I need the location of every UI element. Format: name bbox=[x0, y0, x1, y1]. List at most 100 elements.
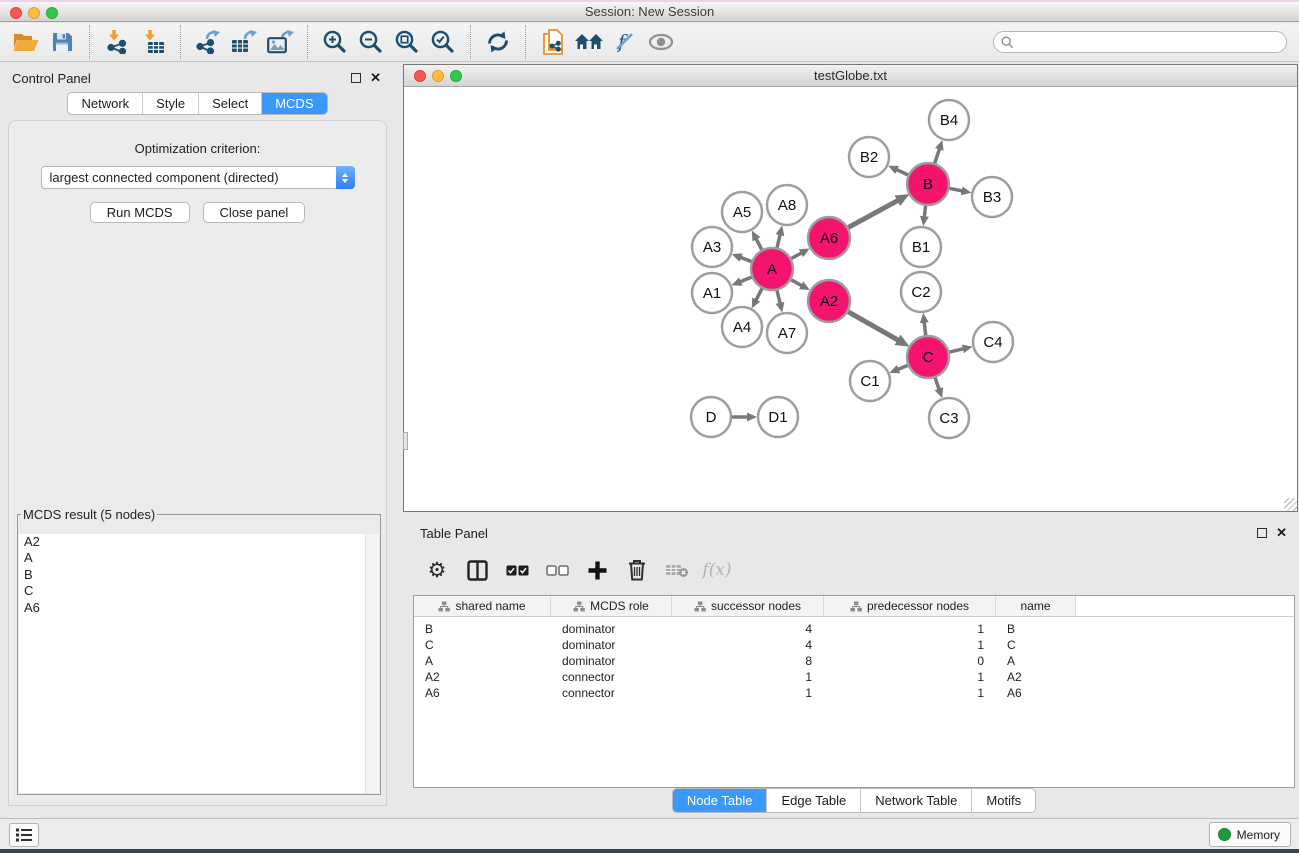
node-table[interactable]: shared nameMCDS rolesuccessor nodesprede… bbox=[413, 595, 1295, 788]
mcds-result-item[interactable]: A6 bbox=[19, 600, 379, 616]
cell-name[interactable]: A6 bbox=[996, 686, 1076, 700]
cell-successor-nodes[interactable]: 4 bbox=[672, 622, 824, 636]
cell-predecessor-nodes[interactable]: 1 bbox=[824, 670, 996, 684]
new-network-from-selection-button[interactable] bbox=[535, 25, 571, 59]
cell-shared-name[interactable]: C bbox=[414, 638, 551, 652]
cell-predecessor-nodes[interactable]: 1 bbox=[824, 686, 996, 700]
cell-name[interactable]: A bbox=[996, 654, 1076, 668]
cell-MCDS-role[interactable]: dominator bbox=[551, 654, 672, 668]
save-session-button[interactable] bbox=[44, 25, 80, 59]
criterion-dropdown[interactable]: largest connected component (directed) bbox=[41, 166, 355, 189]
cell-predecessor-nodes[interactable]: 1 bbox=[824, 622, 996, 636]
import-table-button[interactable] bbox=[135, 25, 171, 59]
column-header-MCDS-role[interactable]: MCDS role bbox=[551, 596, 672, 616]
cell-name[interactable]: A2 bbox=[996, 670, 1076, 684]
cell-successor-nodes[interactable]: 4 bbox=[672, 638, 824, 652]
tab-style[interactable]: Style bbox=[143, 93, 199, 114]
table-row[interactable]: Bdominator41B bbox=[414, 621, 1294, 637]
function-builder-button[interactable]: f(x) bbox=[697, 553, 737, 587]
cell-shared-name[interactable]: B bbox=[414, 622, 551, 636]
close-panel-icon[interactable]: ✕ bbox=[1276, 525, 1287, 541]
cell-successor-nodes[interactable]: 1 bbox=[672, 670, 824, 684]
edge-A-A8[interactable] bbox=[777, 234, 780, 248]
cell-shared-name[interactable]: A bbox=[414, 654, 551, 668]
cell-predecessor-nodes[interactable]: 0 bbox=[824, 654, 996, 668]
delete-table-button[interactable] bbox=[657, 553, 697, 587]
close-panel-icon[interactable]: ✕ bbox=[370, 70, 381, 86]
run-mcds-button[interactable]: Run MCDS bbox=[90, 202, 190, 223]
mcds-result-item[interactable]: A2 bbox=[19, 534, 379, 550]
export-image-button[interactable] bbox=[262, 25, 298, 59]
edge-B-B1[interactable] bbox=[924, 205, 925, 217]
zoom-fit-button[interactable] bbox=[389, 25, 425, 59]
export-network-button[interactable] bbox=[190, 25, 226, 59]
edge-A2-C[interactable] bbox=[847, 311, 898, 340]
memory-button[interactable]: Memory bbox=[1209, 822, 1291, 847]
cell-successor-nodes[interactable]: 1 bbox=[672, 686, 824, 700]
tab-network[interactable]: Network bbox=[68, 93, 143, 114]
cell-MCDS-role[interactable]: dominator bbox=[551, 638, 672, 652]
float-panel-icon[interactable] bbox=[351, 73, 361, 83]
edge-A-A3[interactable] bbox=[740, 257, 752, 262]
edge-A-A7[interactable] bbox=[777, 289, 780, 303]
mcds-result-item[interactable]: B bbox=[19, 567, 379, 583]
network-maximize-button[interactable] bbox=[450, 70, 462, 82]
table-row[interactable]: A6connector11A6 bbox=[414, 685, 1294, 701]
cell-predecessor-nodes[interactable]: 1 bbox=[824, 638, 996, 652]
apply-layout-button[interactable] bbox=[480, 25, 516, 59]
delete-column-button[interactable] bbox=[617, 553, 657, 587]
tab-motifs[interactable]: Motifs bbox=[972, 789, 1035, 812]
cell-name[interactable]: B bbox=[996, 622, 1076, 636]
deselect-all-button[interactable] bbox=[537, 553, 577, 587]
cell-MCDS-role[interactable]: dominator bbox=[551, 622, 672, 636]
cell-name[interactable]: C bbox=[996, 638, 1076, 652]
import-network-button[interactable] bbox=[99, 25, 135, 59]
add-column-button[interactable] bbox=[577, 553, 617, 587]
edge-C-C4[interactable] bbox=[949, 349, 964, 353]
hide-labels-button[interactable]: f bbox=[607, 25, 643, 59]
export-table-button[interactable] bbox=[226, 25, 262, 59]
tab-mcds[interactable]: MCDS bbox=[262, 93, 326, 114]
edge-A6-B[interactable] bbox=[847, 200, 898, 228]
zoom-selected-button[interactable] bbox=[425, 25, 461, 59]
table-settings-button[interactable]: ⚙ bbox=[417, 553, 457, 587]
network-graph[interactable]: AA1A2A3A4A5A6A7A8BB1B2B3B4CC1C2C3C4DD1 bbox=[404, 87, 1297, 511]
minimize-window-button[interactable] bbox=[28, 7, 40, 19]
edge-A-A4[interactable] bbox=[756, 288, 763, 301]
zoom-in-button[interactable] bbox=[317, 25, 353, 59]
table-row[interactable]: Cdominator41C bbox=[414, 637, 1294, 653]
maximize-window-button[interactable] bbox=[46, 7, 58, 19]
column-header-successor-nodes[interactable]: successor nodes bbox=[672, 596, 824, 616]
edge-A-A6[interactable] bbox=[790, 253, 801, 259]
cell-shared-name[interactable]: A2 bbox=[414, 670, 551, 684]
column-header-shared-name[interactable]: shared name bbox=[414, 596, 551, 616]
column-header-name[interactable]: name bbox=[996, 596, 1076, 616]
edge-B-B4[interactable] bbox=[935, 149, 940, 165]
edge-A-A5[interactable] bbox=[756, 239, 762, 251]
close-panel-button[interactable]: Close panel bbox=[203, 202, 306, 223]
cell-successor-nodes[interactable]: 8 bbox=[672, 654, 824, 668]
cell-MCDS-role[interactable]: connector bbox=[551, 686, 672, 700]
table-row[interactable]: A2connector11A2 bbox=[414, 669, 1294, 685]
table-row[interactable]: Adominator80A bbox=[414, 653, 1294, 669]
cell-MCDS-role[interactable]: connector bbox=[551, 670, 672, 684]
show-graphics-details-button[interactable] bbox=[643, 25, 679, 59]
edge-B-B2[interactable] bbox=[896, 170, 909, 176]
mcds-result-item[interactable]: C bbox=[19, 583, 379, 599]
network-minimize-button[interactable] bbox=[432, 70, 444, 82]
scrollbar-track[interactable] bbox=[365, 534, 379, 793]
mcds-result-list[interactable]: A2ABCA6 bbox=[19, 534, 379, 793]
close-window-button[interactable] bbox=[10, 7, 22, 19]
edge-A-A1[interactable] bbox=[740, 277, 753, 282]
edge-C-C3[interactable] bbox=[935, 377, 939, 390]
cell-shared-name[interactable]: A6 bbox=[414, 686, 551, 700]
column-view-button[interactable] bbox=[457, 553, 497, 587]
task-history-button[interactable] bbox=[9, 823, 39, 847]
edge-C-C2[interactable] bbox=[924, 322, 926, 336]
edge-C-C1[interactable] bbox=[898, 365, 909, 370]
tab-edge-table[interactable]: Edge Table bbox=[767, 789, 861, 812]
tab-select[interactable]: Select bbox=[199, 93, 262, 114]
select-all-button[interactable] bbox=[497, 553, 537, 587]
open-session-button[interactable] bbox=[8, 25, 44, 59]
search-input[interactable] bbox=[993, 31, 1287, 53]
